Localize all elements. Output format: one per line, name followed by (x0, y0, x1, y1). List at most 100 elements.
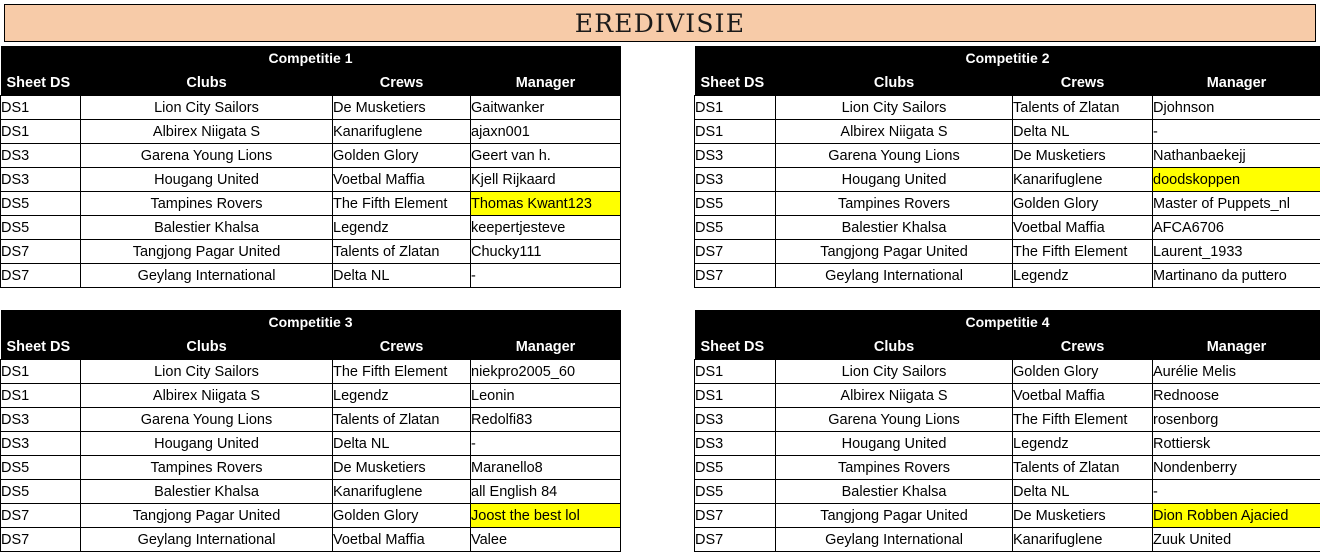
table-row[interactable]: DS1 Lion City Sailors De Musketiers Gaitwan… (0, 95, 622, 120)
table-row[interactable]: DS3 Hougang United Kanarifuglene doodskoppe… (694, 167, 1320, 192)
cell-club[interactable]: Lion City Sailors (775, 95, 1013, 120)
cell-crew[interactable]: Voetbal Maffia (332, 527, 471, 552)
cell-crew[interactable]: Talents of Zlatan (1012, 95, 1153, 120)
table-row[interactable]: DS5 Tampines Rovers The Fifth Element Thoma… (0, 191, 622, 216)
cell-manager[interactable]: Zuuk United (1151, 527, 1320, 552)
cell-club[interactable]: Geylang International (80, 527, 333, 552)
cell-club[interactable]: Hougang United (775, 431, 1013, 456)
cell-club[interactable]: Geylang International (775, 527, 1013, 552)
cell-crew[interactable]: Voetbal Maffia (332, 167, 471, 192)
cell-sheet[interactable]: DS5 (694, 215, 776, 240)
cell-club[interactable]: Balestier Khalsa (80, 215, 333, 240)
cell-crew[interactable]: De Musketiers (332, 455, 471, 480)
cell-sheet[interactable]: DS5 (694, 479, 776, 504)
cell-crew[interactable]: Legendz (332, 215, 471, 240)
table-row[interactable]: DS7 Tangjong Pagar United Golden Glory Joos… (0, 503, 622, 528)
cell-crew[interactable]: Voetbal Maffia (1012, 215, 1153, 240)
table-row[interactable]: DS7 Tangjong Pagar United Talents of Zlata… (0, 239, 622, 264)
cell-club[interactable]: Garena Young Lions (80, 407, 333, 432)
cell-crew[interactable]: De Musketiers (1012, 503, 1153, 528)
table-row[interactable]: DS1 Albirex Niigata S Voetbal Maffia Rednoo… (694, 383, 1320, 408)
cell-crew[interactable]: The Fifth Element (332, 359, 471, 384)
cell-crew[interactable]: Golden Glory (332, 143, 471, 168)
table-row[interactable]: DS5 Balestier Khalsa Voetbal Maffia AFCA670… (694, 215, 1320, 240)
cell-sheet[interactable]: DS1 (694, 119, 776, 144)
cell-crew[interactable]: Delta NL (1012, 119, 1153, 144)
cell-sheet[interactable]: DS3 (694, 407, 776, 432)
cell-club[interactable]: Tangjong Pagar United (80, 503, 333, 528)
table-row[interactable]: DS7 Geylang International Delta NL - (0, 263, 622, 288)
cell-manager[interactable]: all English 84 (469, 479, 622, 504)
table-row[interactable]: DS5 Tampines Rovers De Musketiers Maranello… (0, 455, 622, 480)
cell-crew[interactable]: Delta NL (332, 431, 471, 456)
cell-crew[interactable]: Golden Glory (1012, 359, 1153, 384)
cell-sheet[interactable]: DS3 (0, 167, 81, 192)
cell-sheet[interactable]: DS1 (0, 95, 81, 120)
cell-club[interactable]: Lion City Sailors (775, 359, 1013, 384)
cell-crew[interactable]: Legendz (1012, 263, 1153, 288)
cell-sheet[interactable]: DS1 (0, 119, 81, 144)
cell-manager[interactable]: Kjell Rijkaard (469, 167, 622, 192)
cell-sheet[interactable]: DS1 (694, 95, 776, 120)
cell-manager[interactable]: Thomas Kwant123 (469, 191, 622, 216)
cell-club[interactable]: Balestier Khalsa (80, 479, 333, 504)
cell-crew[interactable]: Kanarifuglene (332, 479, 471, 504)
cell-club[interactable]: Albirex Niigata S (80, 383, 333, 408)
cell-crew[interactable]: Legendz (332, 383, 471, 408)
cell-manager[interactable]: Geert van h. (469, 143, 622, 168)
cell-club[interactable]: Tampines Rovers (775, 455, 1013, 480)
cell-sheet[interactable]: DS5 (694, 191, 776, 216)
cell-manager[interactable]: Rednoose (1151, 383, 1320, 408)
cell-manager[interactable]: rosenborg (1151, 407, 1320, 432)
table-row[interactable]: DS1 Lion City Sailors Golden Glory Aurélie … (694, 359, 1320, 384)
cell-crew[interactable]: The Fifth Element (1012, 239, 1153, 264)
table-row[interactable]: DS5 Balestier Khalsa Delta NL - (694, 479, 1320, 504)
table-row[interactable]: DS5 Balestier Khalsa Legendz keepertjesteve (0, 215, 622, 240)
cell-manager[interactable]: - (1151, 479, 1320, 504)
cell-sheet[interactable]: DS7 (694, 239, 776, 264)
cell-manager[interactable]: - (1151, 119, 1320, 144)
cell-sheet[interactable]: DS3 (0, 431, 81, 456)
cell-club[interactable]: Balestier Khalsa (775, 479, 1013, 504)
cell-sheet[interactable]: DS3 (694, 167, 776, 192)
cell-manager[interactable]: - (469, 263, 622, 288)
cell-manager[interactable]: Joost the best lol (469, 503, 622, 528)
table-row[interactable]: DS5 Balestier Khalsa Kanarifuglene all Engl… (0, 479, 622, 504)
cell-club[interactable]: Tampines Rovers (80, 455, 333, 480)
table-row[interactable]: DS1 Albirex Niigata S Legendz Leonin (0, 383, 622, 408)
cell-crew[interactable]: Delta NL (1012, 479, 1153, 504)
cell-manager[interactable]: AFCA6706 (1151, 215, 1320, 240)
cell-crew[interactable]: Delta NL (332, 263, 471, 288)
table-row[interactable]: DS5 Tampines Rovers Golden Glory Master of … (694, 191, 1320, 216)
cell-crew[interactable]: Golden Glory (332, 503, 471, 528)
table-row[interactable]: DS1 Albirex Niigata S Delta NL - (694, 119, 1320, 144)
cell-sheet[interactable]: DS3 (694, 431, 776, 456)
cell-sheet[interactable]: DS1 (0, 383, 81, 408)
cell-crew[interactable]: Talents of Zlatan (332, 407, 471, 432)
cell-manager[interactable]: Gaitwanker (469, 95, 622, 120)
cell-club[interactable]: Garena Young Lions (80, 143, 333, 168)
cell-club[interactable]: Tangjong Pagar United (775, 239, 1013, 264)
cell-sheet[interactable]: DS3 (0, 143, 81, 168)
cell-sheet[interactable]: DS7 (694, 263, 776, 288)
table-row[interactable]: DS3 Garena Young Lions Talents of Zlatan Re… (0, 407, 622, 432)
cell-club[interactable]: Tangjong Pagar United (80, 239, 333, 264)
cell-crew[interactable]: Voetbal Maffia (1012, 383, 1153, 408)
cell-manager[interactable]: Laurent_1933 (1151, 239, 1320, 264)
cell-crew[interactable]: De Musketiers (1012, 143, 1153, 168)
table-row[interactable]: DS7 Tangjong Pagar United The Fifth Elemen… (694, 239, 1320, 264)
cell-manager[interactable]: Aurélie Melis (1151, 359, 1320, 384)
cell-club[interactable]: Garena Young Lions (775, 143, 1013, 168)
table-row[interactable]: DS7 Geylang International Legendz Martinano… (694, 263, 1320, 288)
cell-crew[interactable]: Talents of Zlatan (1012, 455, 1153, 480)
table-row[interactable]: DS3 Garena Young Lions The Fifth Element ro… (694, 407, 1320, 432)
cell-club[interactable]: Geylang International (775, 263, 1013, 288)
cell-manager[interactable]: Leonin (469, 383, 622, 408)
cell-crew[interactable]: Kanarifuglene (1012, 527, 1153, 552)
cell-sheet[interactable]: DS5 (694, 455, 776, 480)
cell-manager[interactable]: Chucky111 (469, 239, 622, 264)
cell-sheet[interactable]: DS3 (694, 143, 776, 168)
cell-crew[interactable]: The Fifth Element (1012, 407, 1153, 432)
cell-club[interactable]: Albirex Niigata S (80, 119, 333, 144)
cell-club[interactable]: Tampines Rovers (80, 191, 333, 216)
